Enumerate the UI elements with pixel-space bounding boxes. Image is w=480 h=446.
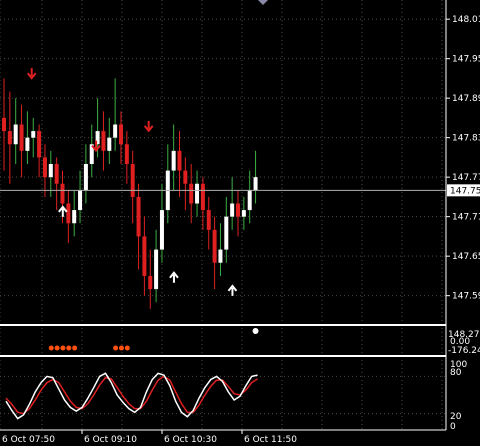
candle-body [159,210,164,250]
signal-indicator-panel[interactable]: 148.273 0.00 -176.24 [48,328,480,356]
candle-body [177,150,182,171]
candle-body [253,177,258,191]
candle-body [101,131,106,151]
price-tick-label: 147.77 [452,173,480,183]
candle-body [171,150,176,171]
candle-body [212,229,217,263]
price-panel[interactable] [0,0,446,430]
candle-body [136,196,141,237]
time-axis[interactable]: 6 Oct 07:50 6 Oct 09:10 6 Oct 10:30 6 Oc… [0,429,446,445]
stochastic-main-line [5,372,258,420]
time-label: 6 Oct 11:50 [244,435,297,445]
price-tick-label: 147.95 [452,55,480,65]
candle-body [230,203,235,217]
candle-body [130,164,135,197]
candle-body [78,190,83,211]
price-tick-label: 147.71 [452,213,480,223]
buy-arrow-icon [227,284,238,296]
time-label: 6 Oct 09:10 [84,435,137,445]
candle-body [195,183,200,204]
stoch-level-0: 0 [450,422,456,432]
price-tick-label: 147.59 [452,292,480,302]
candle-body [142,236,147,276]
candles-layer [2,78,258,309]
signal-dot [118,345,124,351]
candle-body [236,203,240,217]
signal-dot [54,345,60,351]
price-tick-label: 148.01 [452,15,480,25]
signal-dot [113,345,119,351]
candle-body [113,124,118,138]
candle-body [107,137,112,151]
candle-body [224,216,229,250]
candle-body [60,183,65,204]
trading-chart[interactable]: 148.01 147.95 147.89 147.83 147.77 147.71 147.… [0,0,480,446]
candle-body [200,183,205,211]
buy-arrow-icon [169,271,179,283]
indicator-lower-label: -176.24 [448,346,480,356]
candle-body [25,137,30,151]
stochastic-panel[interactable]: 100 80 20 0 [0,360,467,432]
price-tick-label: 147.65 [452,252,480,262]
signal-dot [124,345,130,351]
candle-body [19,124,24,151]
candle-body [42,157,47,178]
candle-body [83,164,88,191]
stoch-level-20: 20 [450,412,462,422]
candle-body [124,144,129,164]
signal-dot [60,345,66,351]
candle-body [48,164,53,178]
candle-body [2,117,6,132]
candle-body [183,170,188,184]
candle-body [54,164,59,184]
chart-shift-marker-icon[interactable] [258,0,268,5]
current-price-label: 147.75 [450,186,480,196]
signal-dot [66,345,72,351]
price-tick-label: 147.89 [452,94,480,104]
signal-dot [72,345,78,351]
candle-body [119,124,123,145]
candle-body [31,131,36,138]
candle-body [247,190,252,211]
candle-body [189,183,194,204]
candle-body [206,210,211,230]
price-tick-label: 147.83 [452,134,480,144]
candle-body [7,131,12,145]
sell-arrow-icon [143,120,154,133]
stochastic-signal-line [5,375,258,415]
candle-body [154,249,159,290]
candle-body [72,210,77,224]
signal-dot [252,328,259,334]
candle-body [218,249,223,263]
candle-body [66,203,71,224]
signal-dot [48,345,54,351]
stoch-level-80: 80 [450,368,462,378]
buy-arrow-icon [58,205,68,217]
candle-body [37,131,42,158]
time-label: 6 Oct 07:50 [2,435,55,445]
time-label: 6 Oct 10:30 [164,435,217,445]
candle-body [13,124,18,145]
candle-body [148,275,153,290]
sell-arrow-icon [26,68,37,80]
candle-body [241,210,246,217]
